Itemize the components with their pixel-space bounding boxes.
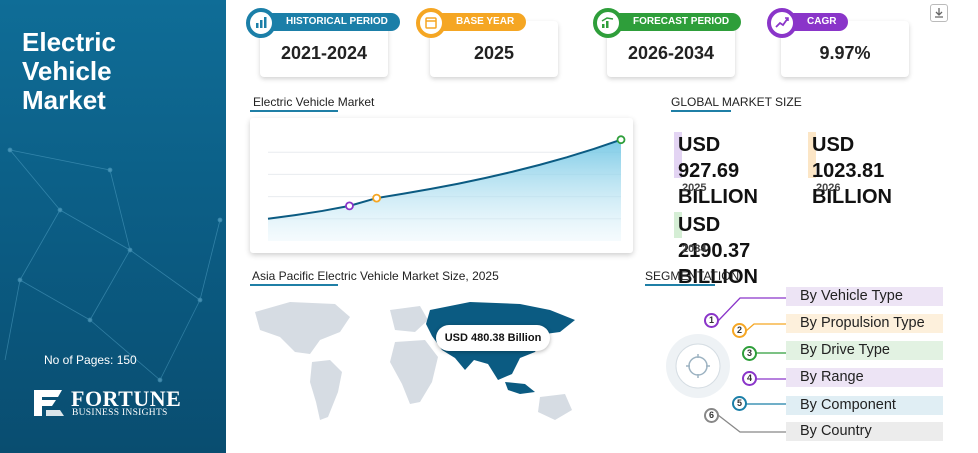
calendar-icon	[416, 8, 446, 38]
stat-label: BASE YEAR	[434, 13, 527, 31]
chart-point-2034	[616, 135, 626, 145]
segment-range[interactable]: By Range	[786, 368, 943, 387]
segment-number: 1	[704, 313, 719, 328]
chart-section-label: Electric Vehicle Market	[253, 95, 375, 109]
brand-subtitle: BUSINESS INSIGHTS	[72, 408, 168, 418]
world-map-graphic	[255, 302, 575, 420]
stat-value: 2021-2024	[280, 43, 368, 63]
global-size-label: GLOBAL MARKET SIZE	[671, 95, 802, 109]
segment-number: 3	[742, 346, 757, 361]
sidebar: Electric Vehicle Market No of Pages: 150…	[0, 0, 226, 453]
bar-chart-icon	[246, 8, 276, 38]
stat-value: 2026-2034	[627, 43, 715, 63]
chart-point-2025	[372, 193, 382, 203]
map-callout-value: USD 480.38 Billion	[436, 325, 550, 351]
section-underline	[250, 110, 338, 112]
segment-propulsion-type[interactable]: By Propulsion Type	[786, 314, 943, 333]
chart-point-2024	[345, 201, 354, 211]
segmentation-connectors	[666, 297, 786, 433]
section-underline	[250, 284, 338, 286]
forecast-chart-icon	[593, 8, 623, 38]
market-growth-chart	[267, 135, 626, 241]
market-chart-card	[250, 118, 633, 253]
section-underline	[671, 110, 731, 112]
segment-number: 5	[732, 396, 747, 411]
segment-number: 2	[732, 323, 747, 338]
chart-area-fill	[268, 139, 621, 241]
fortune-logo-icon	[34, 390, 64, 416]
growth-chart-icon	[767, 8, 797, 38]
segment-number: 6	[704, 408, 719, 423]
segment-component[interactable]: By Component	[786, 396, 943, 415]
size-year: 2025	[682, 182, 707, 194]
world-map	[250, 292, 580, 442]
stat-label: HISTORICAL PERIOD	[264, 13, 400, 31]
segment-number: 4	[742, 371, 757, 386]
segment-vehicle-type[interactable]: By Vehicle Type	[786, 287, 943, 306]
size-year: 2034	[682, 243, 707, 255]
stat-value: 2025	[473, 43, 515, 63]
pages-count: No of Pages: 150	[44, 353, 137, 367]
size-value: USD 927.69 BILLION	[678, 134, 758, 208]
section-underline	[645, 284, 715, 286]
stat-value: 9.97%	[819, 43, 871, 63]
segment-drive-type[interactable]: By Drive Type	[786, 341, 943, 360]
map-section-label: Asia Pacific Electric Vehicle Market Siz…	[252, 269, 499, 283]
download-button[interactable]	[930, 4, 948, 22]
stat-label: FORECAST PERIOD	[611, 13, 742, 31]
size-year: 2026	[816, 182, 841, 194]
segmentation-label: SEGMENTATION	[645, 269, 740, 283]
size-value: USD 1023.81 BILLION	[812, 134, 892, 208]
market-title: Electric Vehicle Market	[22, 27, 116, 115]
segment-country[interactable]: By Country	[786, 422, 943, 441]
download-icon	[935, 8, 943, 18]
